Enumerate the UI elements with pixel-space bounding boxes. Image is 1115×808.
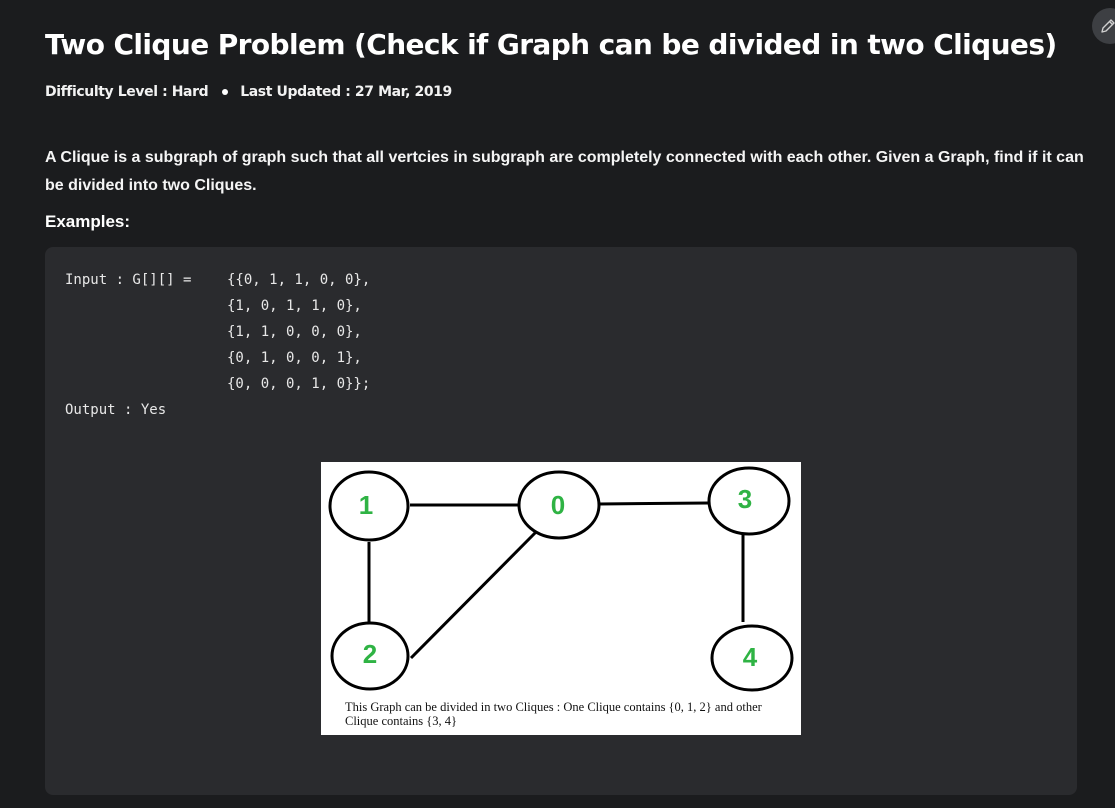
article-title: Two Clique Problem (Check if Graph can b…: [45, 28, 1057, 61]
node-label: 3: [737, 484, 753, 514]
node-label: 0: [550, 490, 566, 520]
matrix-row: {1, 1, 0, 0, 0},: [227, 324, 362, 340]
node-label: 4: [742, 642, 758, 672]
edit-button[interactable]: [1092, 8, 1115, 44]
separator-dot: [222, 89, 229, 95]
article-meta: Difficulty Level : Hard Last Updated : 2…: [45, 84, 452, 100]
node-label: 1: [358, 490, 374, 520]
intro-paragraph: A Clique is a subgraph of graph such tha…: [45, 149, 1084, 194]
examples-heading: Examples:: [45, 212, 131, 231]
matrix-row: {0, 0, 0, 1, 0}};: [227, 376, 371, 392]
matrix-row: {{0, 1, 1, 0, 0},: [227, 272, 371, 288]
input-label: Input : G[][] =: [65, 272, 192, 288]
article-page: Two Clique Problem (Check if Graph can b…: [0, 0, 1115, 808]
graph-figure: 1 0 3 2 4 This Graph can be divided in t…: [321, 462, 801, 735]
pencil-icon: [1101, 19, 1115, 33]
matrix-row: {0, 1, 0, 0, 1},: [227, 350, 362, 366]
edge-0-2: [409, 530, 538, 660]
difficulty-level: Difficulty Level : Hard: [45, 84, 209, 100]
node-label: 2: [362, 639, 378, 669]
last-updated: Last Updated : 27 Mar, 2019: [240, 84, 452, 100]
matrix-row: {1, 0, 1, 1, 0},: [227, 298, 362, 314]
figure-caption: This Graph can be divided in two Cliques…: [345, 700, 762, 728]
edge-0-3: [598, 501, 710, 506]
output-line: Output : Yes: [65, 402, 167, 418]
